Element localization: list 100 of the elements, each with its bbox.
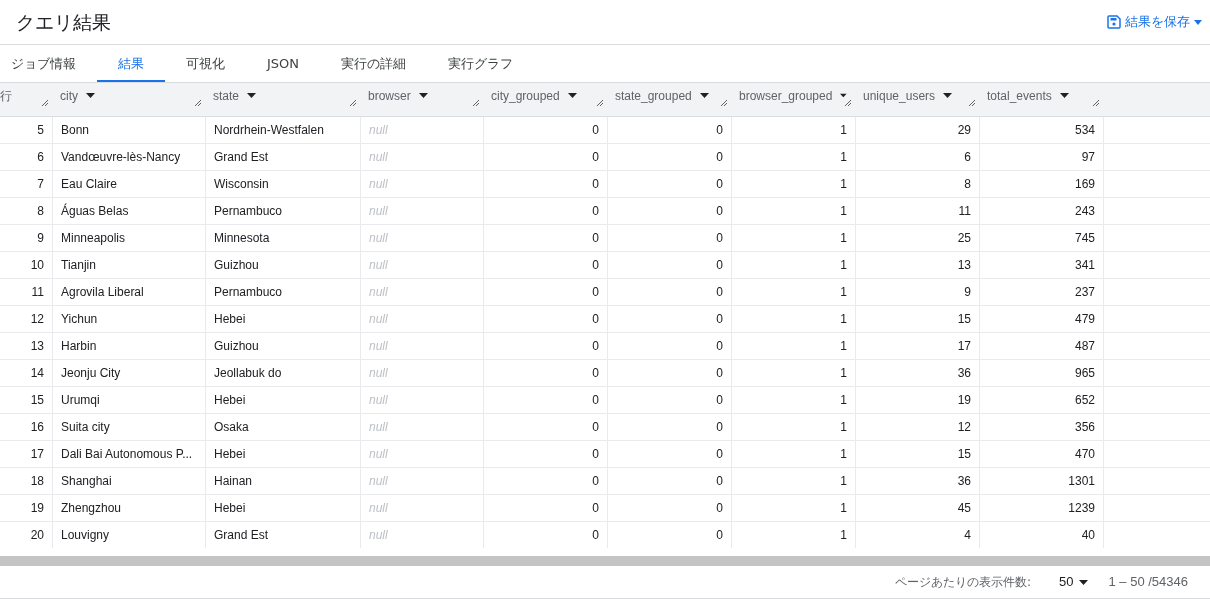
table-cell: 0 <box>607 441 731 467</box>
table-cell: 0 <box>483 198 607 224</box>
table-cell: 45 <box>855 495 979 521</box>
column-header[interactable]: city <box>60 86 78 105</box>
resize-handle-icon[interactable] <box>968 99 976 107</box>
table-cell: null <box>360 144 483 170</box>
sort-menu-icon[interactable] <box>86 93 95 98</box>
table-cell: Shanghai <box>52 468 205 494</box>
table-cell: Hainan <box>205 468 360 494</box>
sort-menu-icon[interactable] <box>247 93 256 98</box>
table-cell: 1 <box>731 279 855 305</box>
table-cell: Grand Est <box>205 522 360 548</box>
page-range: 1 – 50 /54346 <box>1108 573 1188 592</box>
column-header[interactable]: 行 <box>0 86 12 105</box>
save-results-button[interactable]: 結果を保存 <box>1107 12 1202 32</box>
table-cell: 36 <box>855 468 979 494</box>
caret-icon <box>1079 579 1089 585</box>
table-cell: 169 <box>979 171 1103 197</box>
table-cell: null <box>360 387 483 413</box>
table-cell: 17 <box>855 333 979 359</box>
table-cell: 0 <box>607 468 731 494</box>
table-cell: Grand Est <box>205 144 360 170</box>
resize-handle-icon[interactable] <box>41 99 49 107</box>
table-cell: 12 <box>855 414 979 440</box>
table-cell: null <box>360 117 483 143</box>
column-header[interactable]: browser <box>368 86 411 105</box>
column-header[interactable]: browser_grouped <box>739 86 833 105</box>
row-number: 15 <box>29 392 45 409</box>
table-cell: 1 <box>731 144 855 170</box>
table-cell: 1 <box>731 414 855 440</box>
page-title: クエリ結果 <box>16 9 111 35</box>
table-cell: Hebei <box>205 387 360 413</box>
table-cell: 8 <box>855 171 979 197</box>
row-number: 10 <box>29 257 45 274</box>
table-cell: 652 <box>979 387 1103 413</box>
tab[interactable]: ジョブ情報 <box>0 45 97 82</box>
table-cell: Hebei <box>205 441 360 467</box>
table-cell: 237 <box>979 279 1103 305</box>
resize-handle-icon[interactable] <box>1092 99 1100 107</box>
table-cell: 0 <box>607 414 731 440</box>
sort-menu-icon[interactable] <box>840 93 847 98</box>
page-size-dropdown[interactable]: 50 <box>1059 572 1089 592</box>
table-cell: 0 <box>483 171 607 197</box>
tab[interactable]: 実行の詳細 <box>320 45 428 82</box>
table-cell: Bonn <box>52 117 205 143</box>
table-cell: null <box>360 441 483 467</box>
table-cell: 1 <box>731 360 855 386</box>
row-number: 6 <box>36 149 45 166</box>
resize-handle-icon[interactable] <box>194 99 202 107</box>
table-cell: Pernambuco <box>205 279 360 305</box>
table-cell: 0 <box>607 495 731 521</box>
table-cell: Agrovila Liberal <box>52 279 205 305</box>
table-cell: 0 <box>607 144 731 170</box>
table-cell: Urumqi <box>52 387 205 413</box>
table-cell: Suita city <box>52 414 205 440</box>
sort-menu-icon[interactable] <box>1059 93 1069 98</box>
column-header[interactable]: city_grouped <box>491 86 560 105</box>
tab[interactable]: 実行グラフ <box>427 45 535 82</box>
table-cell: Zhengzhou <box>52 495 205 521</box>
tab[interactable]: 可視化 <box>165 45 246 82</box>
rows-per-page-label: ページあたりの表示件数: <box>894 574 1031 591</box>
table-cell: 29 <box>855 117 979 143</box>
column-header[interactable]: state_grouped <box>615 86 692 105</box>
resize-handle-icon[interactable] <box>472 99 480 107</box>
table-cell: 534 <box>979 117 1103 143</box>
resize-handle-icon[interactable] <box>349 99 357 107</box>
sort-menu-icon[interactable] <box>567 93 577 98</box>
table-cell: Yichun <box>52 306 205 332</box>
table-cell: Hebei <box>205 495 360 521</box>
table-cell: Harbin <box>52 333 205 359</box>
table-cell: 40 <box>979 522 1103 548</box>
table-cell: Águas Belas <box>52 198 205 224</box>
column-header[interactable]: state <box>213 86 239 105</box>
column-header[interactable]: unique_users <box>863 86 936 105</box>
horizontal-scrollbar[interactable] <box>0 556 1210 566</box>
resize-handle-icon[interactable] <box>596 99 604 107</box>
table-cell: 0 <box>483 441 607 467</box>
table-cell: 0 <box>607 522 731 548</box>
table-cell: Wisconsin <box>205 171 360 197</box>
table-cell: 479 <box>979 306 1103 332</box>
sort-menu-icon[interactable] <box>943 93 953 98</box>
table-cell: Tianjin <box>52 252 205 278</box>
table-cell: 36 <box>855 360 979 386</box>
row-number: 18 <box>29 473 45 490</box>
table-cell: 11 <box>855 198 979 224</box>
resize-handle-icon[interactable] <box>844 99 852 107</box>
table-cell: 15 <box>855 306 979 332</box>
resize-handle-icon[interactable] <box>720 99 728 107</box>
table-cell: Jeollabuk do <box>205 360 360 386</box>
table-cell: 1 <box>731 198 855 224</box>
table-cell: 1 <box>731 252 855 278</box>
tab[interactable]: JSON <box>246 45 321 82</box>
sort-menu-icon[interactable] <box>699 93 709 98</box>
table-cell: 0 <box>483 468 607 494</box>
table-cell: 0 <box>483 279 607 305</box>
table-cell: null <box>360 468 483 494</box>
table-cell: Louvigny <box>52 522 205 548</box>
column-header[interactable]: total_events <box>987 86 1052 105</box>
sort-menu-icon[interactable] <box>418 93 428 98</box>
table-cell: 0 <box>483 117 607 143</box>
